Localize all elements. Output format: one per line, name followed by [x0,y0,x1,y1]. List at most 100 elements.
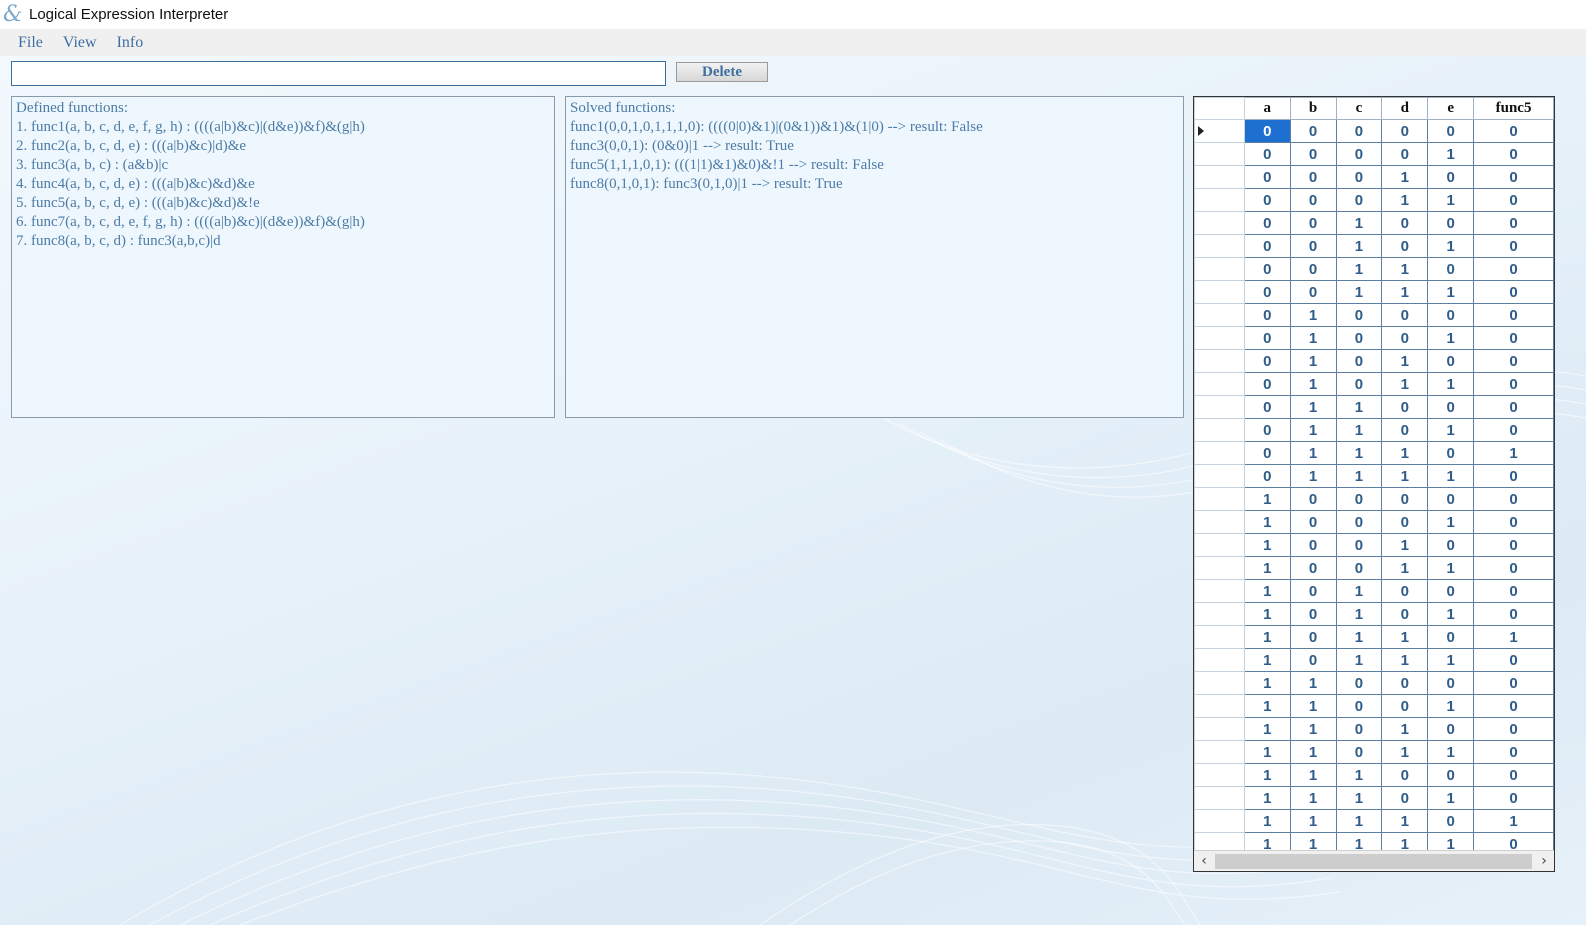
cell-d[interactable]: 0 [1381,211,1429,235]
cell-b[interactable]: 0 [1289,556,1337,580]
row-header[interactable] [1194,234,1245,258]
row-header[interactable] [1194,671,1245,695]
cell-func5[interactable]: 0 [1473,165,1554,189]
cell-c[interactable]: 0 [1335,671,1383,695]
cell-b[interactable]: 0 [1289,119,1337,143]
cell-e[interactable]: 0 [1427,533,1475,557]
cell-b[interactable]: 1 [1289,740,1337,764]
table-row[interactable]: 101110 [1194,648,1554,672]
cell-b[interactable]: 1 [1289,809,1337,833]
column-header-d[interactable]: d [1381,97,1429,120]
cell-d[interactable]: 1 [1381,556,1429,580]
cell-e[interactable]: 0 [1427,717,1475,741]
cell-b[interactable]: 1 [1289,418,1337,442]
cell-d[interactable]: 0 [1381,763,1429,787]
cell-c[interactable]: 0 [1335,326,1383,350]
cell-d[interactable]: 1 [1381,625,1429,649]
cell-a[interactable]: 0 [1243,372,1291,396]
menu-info[interactable]: Info [107,32,154,54]
menu-view[interactable]: View [53,32,107,54]
cell-a[interactable]: 1 [1243,648,1291,672]
cell-a[interactable]: 1 [1243,602,1291,626]
cell-b[interactable]: 0 [1289,211,1337,235]
cell-d[interactable]: 0 [1381,602,1429,626]
cell-a[interactable]: 0 [1243,165,1291,189]
table-row[interactable]: 101010 [1194,602,1554,626]
cell-b[interactable]: 1 [1289,694,1337,718]
cell-func5[interactable]: 0 [1473,487,1554,511]
cell-d[interactable]: 0 [1381,510,1429,534]
table-row[interactable]: 000110 [1194,188,1554,212]
table-row[interactable]: 011000 [1194,395,1554,419]
expression-input[interactable] [11,61,666,86]
cell-c[interactable]: 1 [1335,441,1383,465]
column-header-e[interactable]: e [1427,97,1475,120]
cell-e[interactable]: 0 [1427,303,1475,327]
cell-e[interactable]: 1 [1427,648,1475,672]
cell-func5[interactable]: 0 [1473,211,1554,235]
cell-e[interactable]: 1 [1427,234,1475,258]
table-row[interactable]: 000100 [1194,165,1554,189]
cell-e[interactable]: 1 [1427,280,1475,304]
cell-b[interactable]: 1 [1289,717,1337,741]
cell-d[interactable]: 0 [1381,418,1429,442]
row-header[interactable] [1194,717,1245,741]
row-header[interactable] [1194,418,1245,442]
cell-e[interactable]: 1 [1427,740,1475,764]
cell-e[interactable]: 0 [1427,579,1475,603]
row-header[interactable] [1194,142,1245,166]
cell-b[interactable]: 1 [1289,763,1337,787]
cell-d[interactable]: 1 [1381,464,1429,488]
cell-d[interactable]: 1 [1381,257,1429,281]
cell-e[interactable]: 0 [1427,211,1475,235]
cell-c[interactable]: 0 [1335,556,1383,580]
cell-e[interactable]: 1 [1427,142,1475,166]
table-row[interactable]: 010010 [1194,326,1554,350]
cell-a[interactable]: 0 [1243,142,1291,166]
cell-e[interactable]: 0 [1427,487,1475,511]
cell-e[interactable]: 0 [1427,625,1475,649]
cell-func5[interactable]: 0 [1473,280,1554,304]
cell-c[interactable]: 1 [1335,625,1383,649]
cell-a[interactable]: 0 [1243,464,1291,488]
cell-func5[interactable]: 0 [1473,303,1554,327]
cell-c[interactable]: 1 [1335,763,1383,787]
table-row[interactable]: 111000 [1194,763,1554,787]
table-row[interactable]: 001010 [1194,234,1554,258]
defined-functions-panel[interactable]: Defined functions: 1. func1(a, b, c, d, … [11,96,555,418]
cell-func5[interactable]: 1 [1473,625,1554,649]
cell-c[interactable]: 0 [1335,487,1383,511]
table-row[interactable]: 100100 [1194,533,1554,557]
cell-b[interactable]: 1 [1289,786,1337,810]
table-row[interactable]: 011110 [1194,464,1554,488]
cell-d[interactable]: 0 [1381,786,1429,810]
table-row[interactable]: 101000 [1194,579,1554,603]
cell-d[interactable]: 0 [1381,142,1429,166]
cell-func5[interactable]: 0 [1473,464,1554,488]
table-row[interactable]: 001000 [1194,211,1554,235]
column-header-b[interactable]: b [1289,97,1337,120]
cell-a[interactable]: 1 [1243,487,1291,511]
cell-c[interactable]: 1 [1335,648,1383,672]
cell-e[interactable]: 1 [1427,510,1475,534]
cell-c[interactable]: 0 [1335,372,1383,396]
cell-d[interactable]: 1 [1381,717,1429,741]
cell-d[interactable]: 1 [1381,188,1429,212]
cell-e[interactable]: 0 [1427,671,1475,695]
row-header[interactable] [1194,303,1245,327]
cell-func5[interactable]: 0 [1473,533,1554,557]
cell-d[interactable]: 0 [1381,579,1429,603]
row-header[interactable] [1194,326,1245,350]
column-header-func5[interactable]: func5 [1473,97,1554,120]
cell-e[interactable]: 0 [1427,119,1475,143]
cell-d[interactable]: 0 [1381,694,1429,718]
cell-func5[interactable]: 1 [1473,441,1554,465]
cell-b[interactable]: 0 [1289,625,1337,649]
table-row[interactable]: 111101 [1194,809,1554,833]
table-row[interactable]: 100110 [1194,556,1554,580]
cell-c[interactable]: 1 [1335,418,1383,442]
cell-d[interactable]: 1 [1381,648,1429,672]
cell-func5[interactable]: 0 [1473,740,1554,764]
cell-a[interactable]: 0 [1243,119,1291,143]
cell-func5[interactable]: 0 [1473,648,1554,672]
